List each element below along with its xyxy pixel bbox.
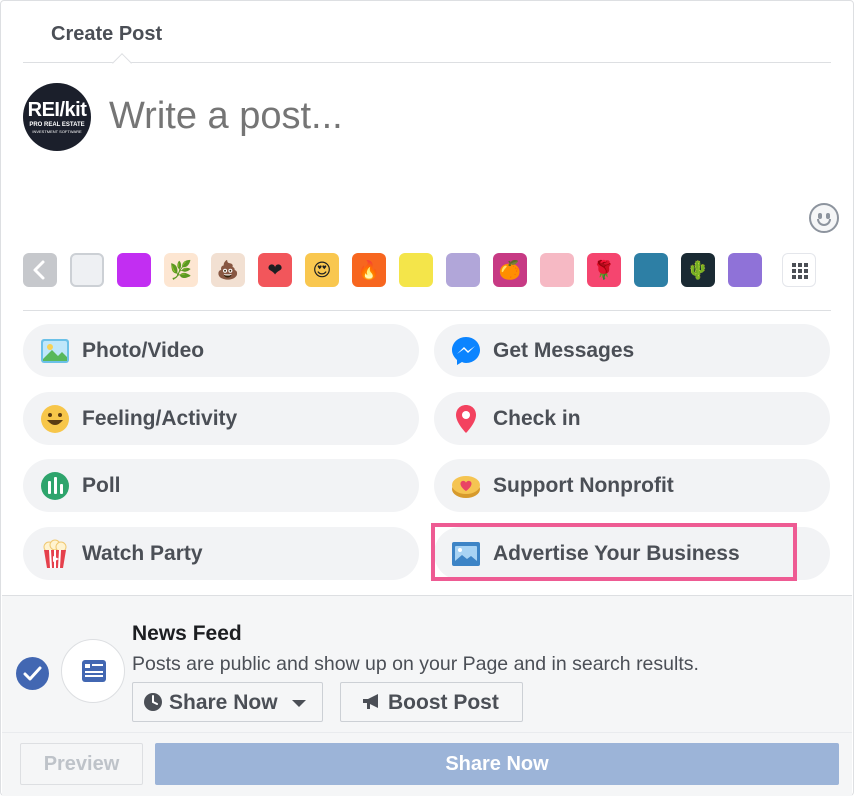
feeling-activity-button[interactable]: Feeling/Activity: [23, 392, 419, 445]
chevron-left-glyph: [33, 260, 45, 280]
background-swatch-orange-leaf[interactable]: 🌿: [164, 253, 198, 287]
dialog-header: Create Post: [23, 1, 831, 73]
avatar-brand: REI/kit: [27, 99, 87, 121]
background-swatch-heart-eyes-emoji[interactable]: 😍: [305, 253, 339, 287]
popcorn-icon: [43, 539, 67, 569]
red-heart-icon: ❤: [267, 260, 283, 280]
share-now-dropdown-label: Share Now: [169, 691, 278, 714]
tab-indicator: [112, 53, 132, 73]
post-text-input[interactable]: [109, 95, 709, 138]
background-swatch-purple[interactable]: [117, 253, 151, 287]
news-feed-icon: [61, 639, 125, 703]
background-swatch-cactus[interactable]: 🌵: [681, 253, 715, 287]
news-feed-description: Posts are public and show up on your Pag…: [132, 653, 699, 675]
background-swatch-rose[interactable]: 🌹: [587, 253, 621, 287]
avatar-tagline-2: INVESTMENT SOFTWARE: [32, 129, 82, 134]
background-swatch-orange-fruit[interactable]: 🍊: [493, 253, 527, 287]
feeling-activity-label: Feeling/Activity: [82, 407, 238, 430]
chevron-left-icon[interactable]: [23, 253, 57, 287]
photo-video-icon: [41, 339, 69, 363]
get-messages-button[interactable]: Get Messages: [434, 324, 830, 377]
nonprofit-heart-icon: [452, 476, 480, 498]
background-swatch-lavender-cubes[interactable]: [446, 253, 480, 287]
news-feed-glyph: [82, 660, 106, 682]
emoji-mouth: [817, 219, 831, 226]
share-now-dropdown[interactable]: Share Now: [132, 682, 323, 722]
get-messages-label: Get Messages: [493, 339, 635, 362]
boost-post-label: Boost Post: [388, 691, 499, 714]
messenger-icon: [452, 337, 480, 365]
smiley-face-icon[interactable]: [809, 203, 839, 233]
rose-icon: 🌹: [592, 260, 616, 280]
page-avatar[interactable]: REI/kit PRO REAL ESTATE INVESTMENT SOFTW…: [23, 83, 91, 151]
poop-emoji-icon: 💩: [216, 260, 240, 280]
background-swatch-poop-emoji[interactable]: 💩: [211, 253, 245, 287]
poll-icon: [41, 472, 69, 500]
support-nonprofit-button[interactable]: Support Nonprofit: [434, 459, 830, 512]
checkmark-icon[interactable]: [16, 657, 49, 690]
location-pin-icon: [456, 405, 476, 433]
highlight-box: [431, 523, 797, 581]
footer-divider: [2, 732, 852, 733]
caret-down-icon: [292, 700, 306, 707]
photo-video-button[interactable]: Photo/Video: [23, 324, 419, 377]
orange-leaf-icon: 🌿: [169, 260, 193, 280]
background-swatch-yellow-figure[interactable]: [399, 253, 433, 287]
cactus-icon: 🌵: [686, 260, 710, 280]
watch-party-label: Watch Party: [82, 542, 203, 565]
clock-icon: [144, 693, 162, 711]
background-swatch-fire[interactable]: 🔥: [352, 253, 386, 287]
boost-post-button[interactable]: Boost Post: [340, 682, 523, 722]
megaphone-icon: [363, 694, 378, 709]
grid-glyph: [792, 263, 808, 279]
preview-button[interactable]: Preview: [20, 743, 143, 785]
background-swatch-blue-wave[interactable]: [634, 253, 668, 287]
create-post-tab[interactable]: Create Post: [51, 23, 162, 46]
news-feed-title: News Feed: [132, 622, 242, 645]
avatar-tagline: PRO REAL ESTATE: [29, 122, 85, 128]
background-swatch-red-heart[interactable]: ❤: [258, 253, 292, 287]
divider: [23, 310, 831, 311]
support-nonprofit-label: Support Nonprofit: [493, 474, 674, 497]
watch-party-button[interactable]: Watch Party: [23, 527, 419, 580]
check-in-label: Check in: [493, 407, 581, 430]
check-in-button[interactable]: Check in: [434, 392, 830, 445]
background-swatch-plain-white[interactable]: [70, 253, 104, 287]
share-now-button[interactable]: Share Now: [155, 743, 839, 785]
create-post-dialog: Create Post REI/kit PRO REAL ESTATE INVE…: [0, 0, 854, 796]
checkmark-glyph: [23, 666, 42, 681]
background-swatch-purple-rays[interactable]: [728, 253, 762, 287]
poll-label: Poll: [82, 474, 121, 497]
orange-fruit-icon: 🍊: [498, 260, 522, 280]
heart-eyes-emoji-icon: 😍: [312, 260, 332, 280]
photo-video-label: Photo/Video: [82, 339, 205, 362]
background-swatch-pink-eye[interactable]: [540, 253, 574, 287]
poll-button[interactable]: Poll: [23, 459, 419, 512]
smiley-icon: [41, 405, 69, 433]
grid-icon[interactable]: [782, 253, 816, 287]
fire-icon: 🔥: [357, 260, 381, 280]
